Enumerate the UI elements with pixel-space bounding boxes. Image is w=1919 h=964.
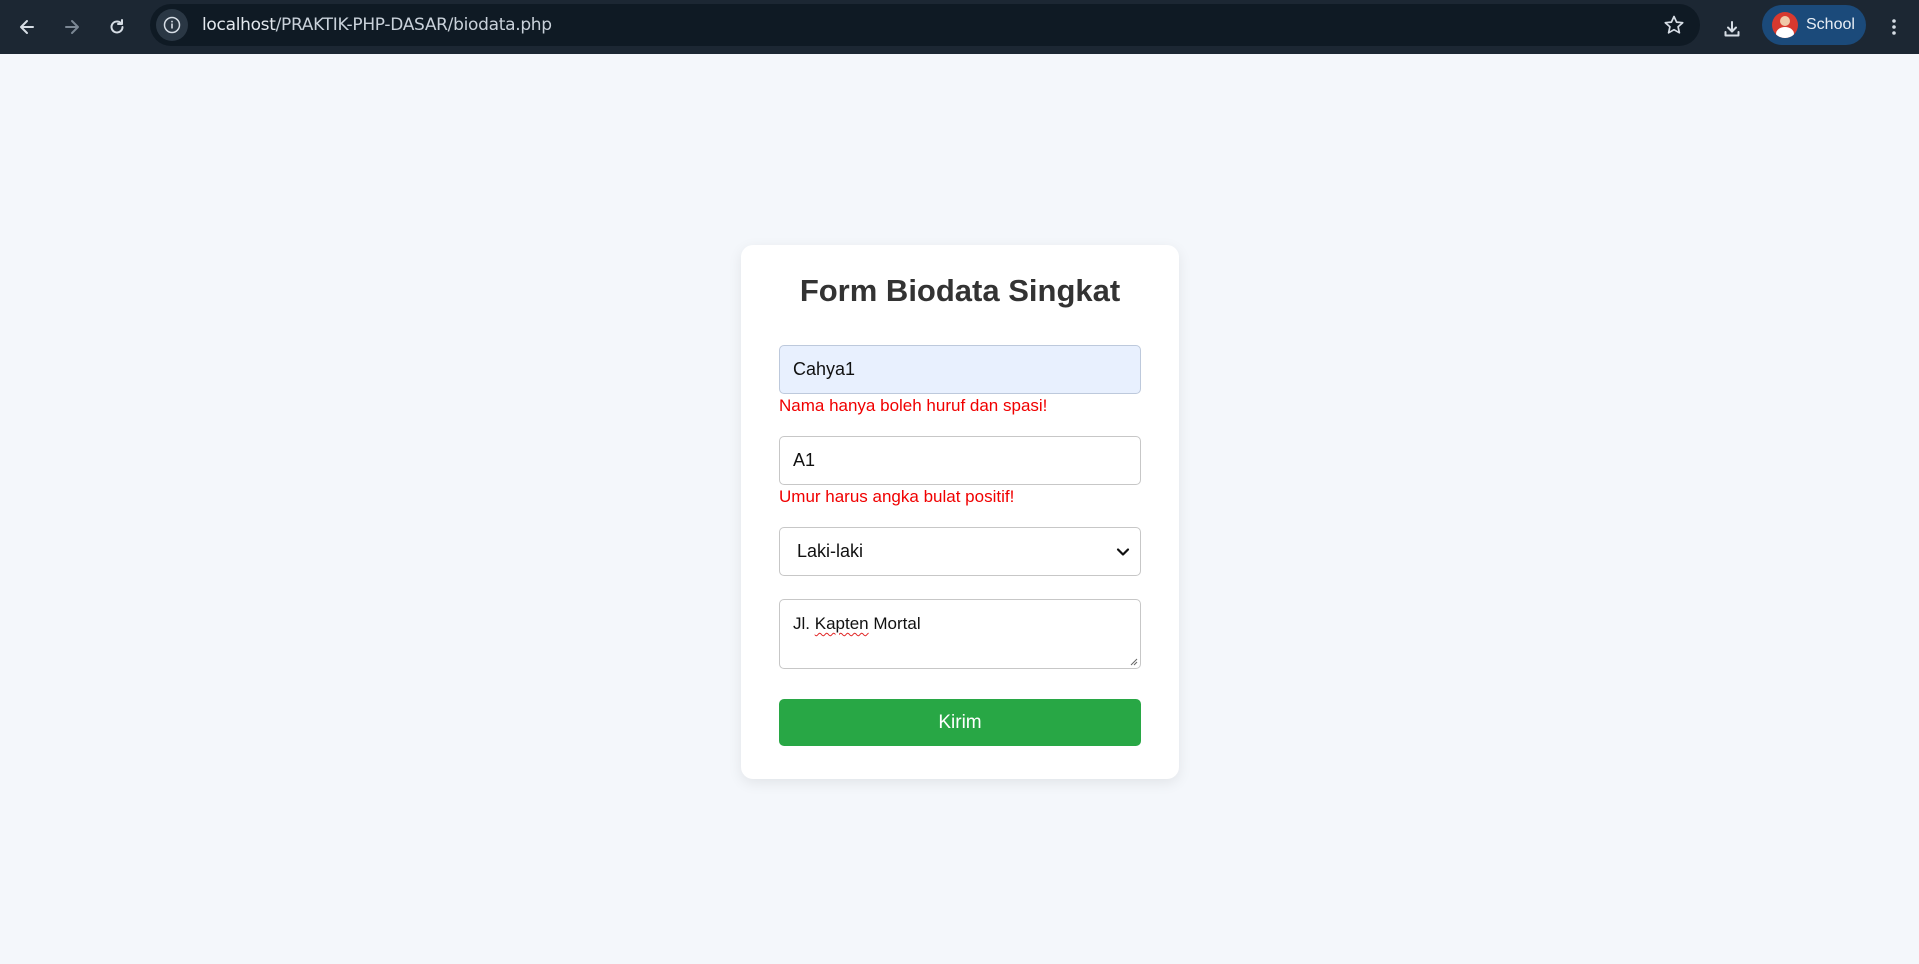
address-text: Jl. Kapten Mortal (793, 614, 921, 634)
site-info-button[interactable] (156, 9, 188, 41)
info-icon (163, 16, 181, 34)
url-host: localhost (202, 15, 276, 35)
profile-name: School (1806, 16, 1855, 33)
gender-select[interactable]: Laki-laki (779, 527, 1141, 576)
forward-button[interactable] (50, 5, 94, 49)
age-input[interactable] (779, 436, 1141, 485)
url-path: /PRAKTIK-PHP-DASAR/biodata.php (275, 15, 552, 35)
form-title: Form Biodata Singkat (799, 273, 1121, 308)
avatar (1772, 12, 1798, 38)
name-error-message: Nama hanya boleh huruf dan spasi! (779, 396, 1048, 415)
address-textarea[interactable]: Jl. Kapten Mortal (779, 599, 1141, 669)
back-button[interactable] (5, 5, 49, 49)
biodata-form-card: Form Biodata Singkat Nama hanya boleh hu… (741, 245, 1179, 779)
download-button[interactable] (1710, 7, 1754, 51)
browser-menu-button[interactable] (1872, 5, 1916, 49)
address-word: Jl. (793, 614, 810, 633)
submit-button[interactable]: Kirim (779, 699, 1141, 746)
age-error-message: Umur harus angka bulat positif! (779, 487, 1015, 506)
bookmark-button[interactable] (1662, 13, 1686, 37)
address-word: Mortal (873, 614, 921, 633)
name-input[interactable] (779, 345, 1141, 394)
profile-button[interactable]: School (1762, 5, 1866, 45)
kebab-menu-icon (1892, 19, 1896, 35)
address-bar[interactable]: localhost/PRAKTIK-PHP-DASAR/biodata.php (150, 4, 1700, 46)
download-icon (1724, 21, 1740, 37)
back-arrow-icon (20, 20, 34, 34)
chevron-down-icon (1116, 548, 1130, 556)
star-icon (1664, 15, 1684, 34)
reload-icon (110, 19, 124, 34)
spellcheck-word: Kapten (814, 614, 869, 633)
reload-button[interactable] (95, 5, 139, 49)
gender-select-value: Laki-laki (797, 541, 864, 561)
forward-arrow-icon (65, 20, 79, 34)
url-text[interactable]: localhost/PRAKTIK-PHP-DASAR/biodata.php (202, 15, 552, 35)
resize-handle-icon[interactable] (1128, 656, 1138, 666)
browser-toolbar: localhost/PRAKTIK-PHP-DASAR/biodata.php … (0, 0, 1919, 54)
